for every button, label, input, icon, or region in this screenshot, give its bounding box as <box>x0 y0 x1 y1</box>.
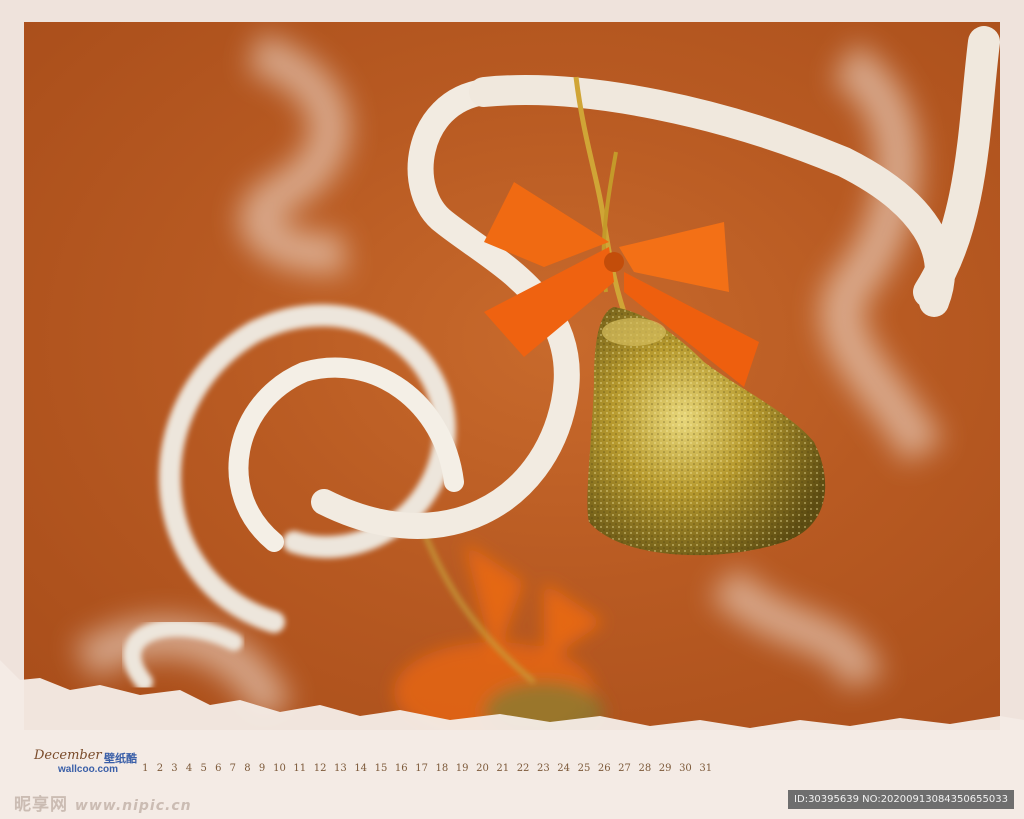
wallpaper-frame <box>0 0 1024 819</box>
calendar-day: 31 <box>699 763 713 774</box>
calendar-day: 12 <box>313 763 327 774</box>
calendar-day: 18 <box>435 763 449 774</box>
calendar-day: 30 <box>679 763 692 774</box>
image-id-bar: ID:30395639 NO:20200913084350655033 <box>788 790 1014 809</box>
calendar-site: wallcoo.com <box>58 764 119 775</box>
watermark-brand: 昵享网 <box>14 795 68 815</box>
watermark: 昵享网 www.nipic.cn <box>14 790 192 815</box>
calendar-day: 6 <box>215 763 222 774</box>
calendar-day: 22 <box>516 763 530 774</box>
calendar-day: 7 <box>229 763 237 774</box>
calendar-month: December <box>34 748 102 763</box>
calendar-day: 8 <box>244 763 251 774</box>
calendar-day: 28 <box>638 763 652 774</box>
calendar-day: 11 <box>293 763 307 774</box>
calendar-day: 27 <box>618 763 631 774</box>
calendar-day: 14 <box>354 763 368 774</box>
photo-illustration <box>73 26 1000 730</box>
calendar-day: 17 <box>415 763 428 774</box>
calendar-day: 13 <box>334 763 347 774</box>
calendar-day: 26 <box>597 763 611 774</box>
calendar-day: 19 <box>455 763 469 774</box>
calendar-day: 21 <box>496 763 510 774</box>
calendar-day: 2 <box>156 763 164 774</box>
calendar-day: 10 <box>273 763 286 774</box>
calendar-days: 1 2 3 4 5 6 7 8 9 10 11 12 13 14 15 16 1… <box>138 763 716 774</box>
calendar-day: 25 <box>577 763 591 774</box>
calendar-day: 24 <box>557 763 571 774</box>
watermark-url: www.nipic.cn <box>74 798 192 814</box>
calendar-day: 16 <box>394 763 408 774</box>
calendar-day: 1 <box>142 763 149 774</box>
calendar-day: 20 <box>476 763 489 774</box>
calendar-day: 15 <box>374 763 388 774</box>
calendar-day: 9 <box>258 763 266 774</box>
calendar-day: 4 <box>185 763 193 774</box>
calendar-day: 3 <box>171 763 178 774</box>
calendar-day: 29 <box>658 763 672 774</box>
calendar-day: 23 <box>536 763 550 774</box>
photo <box>24 22 1000 730</box>
calendar-day: 5 <box>200 763 207 774</box>
